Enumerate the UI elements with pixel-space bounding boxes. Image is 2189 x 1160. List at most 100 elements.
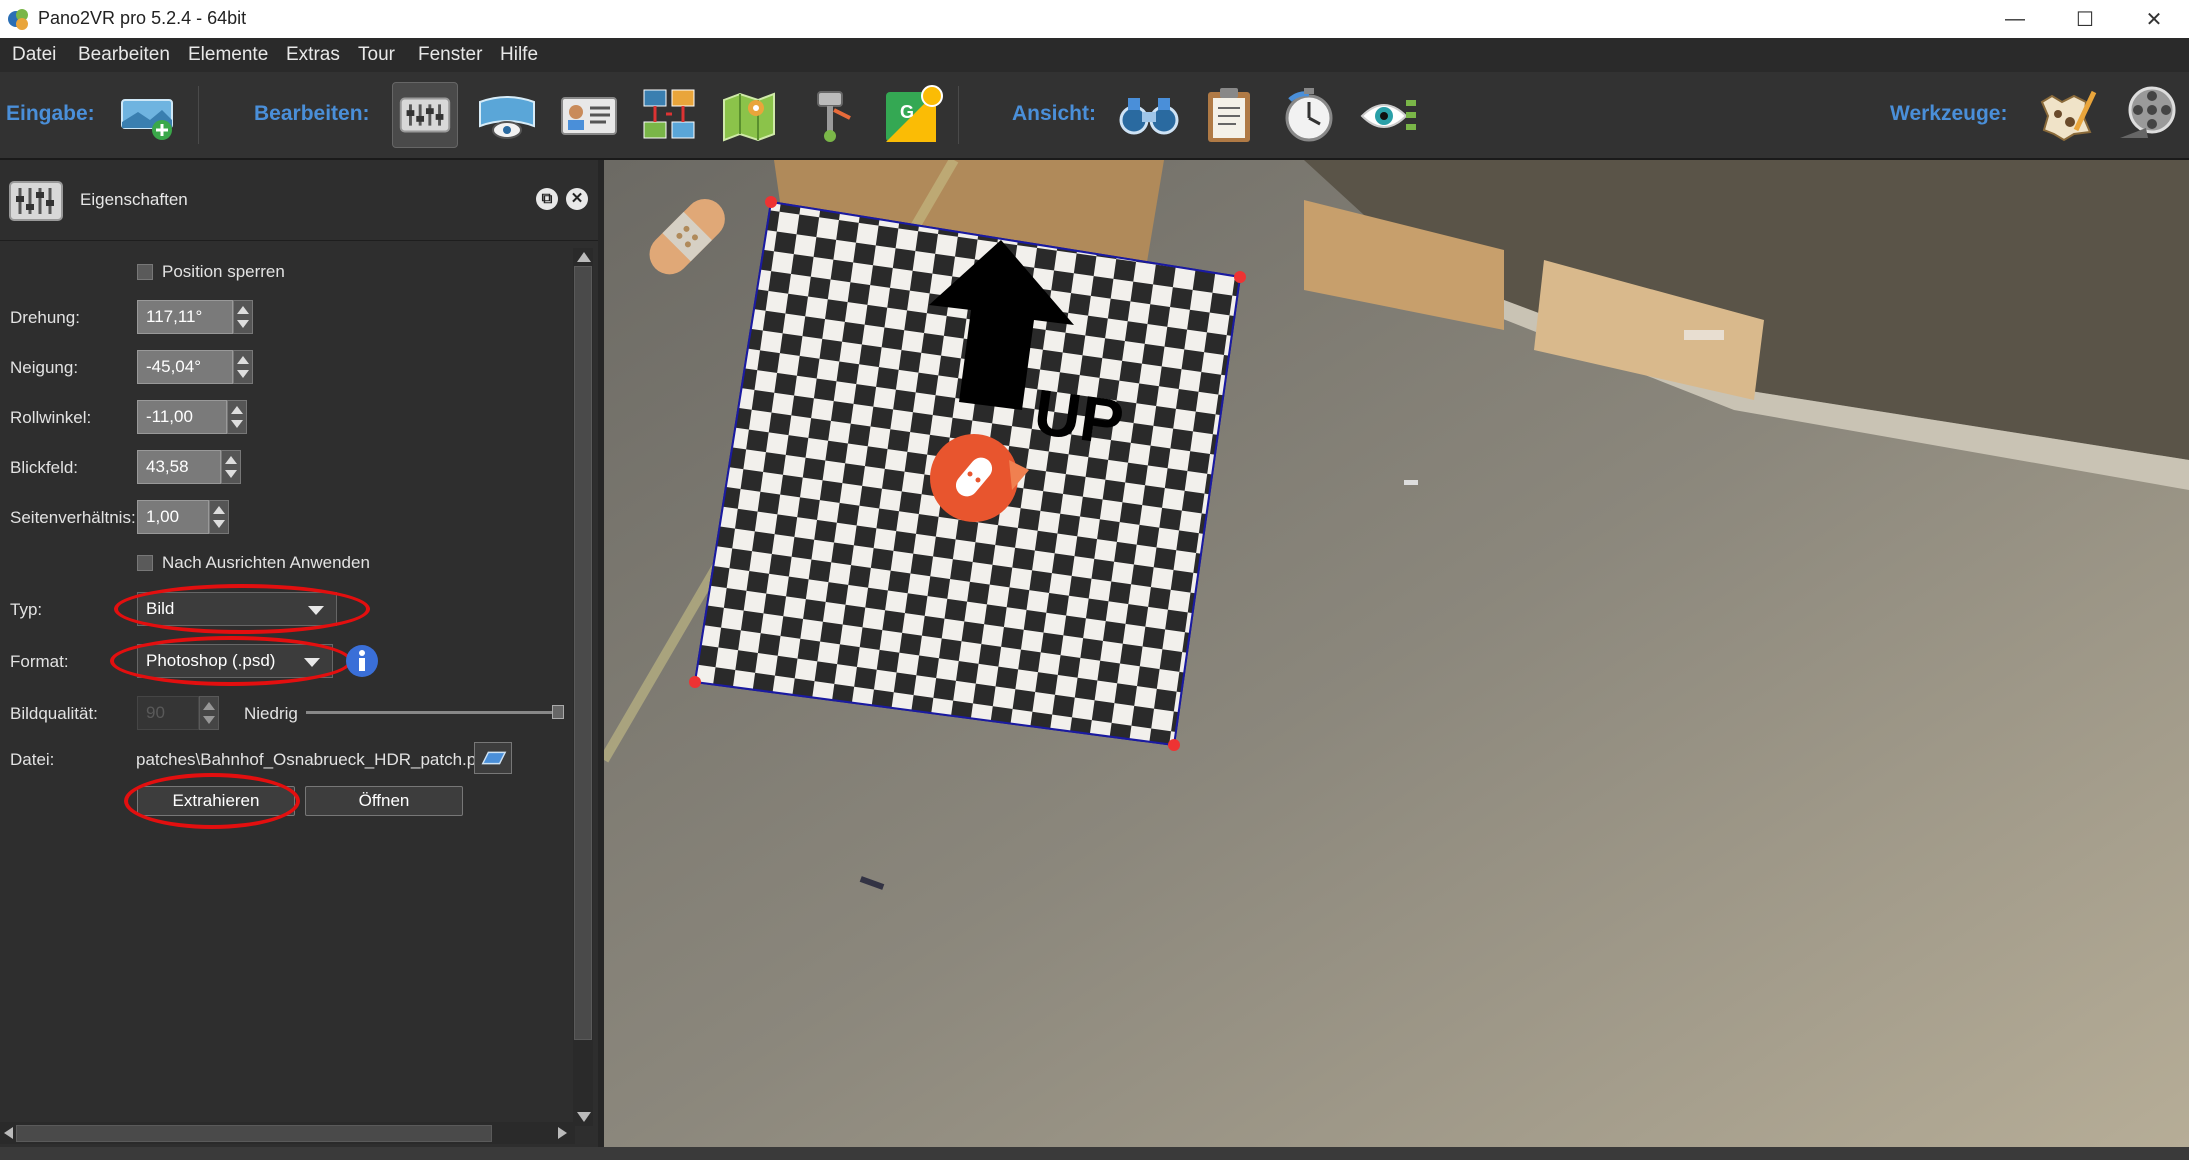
quality-input[interactable]: 90 xyxy=(137,696,199,730)
eye-settings-icon[interactable] xyxy=(1356,82,1422,148)
status-bar xyxy=(0,1147,2189,1160)
edit-section-label: Bearbeiten: xyxy=(254,102,370,125)
binoculars-icon[interactable] xyxy=(1116,82,1182,148)
file-path: patches\Bahnhof_Osnabrueck_HDR_patch.psd xyxy=(136,750,495,769)
apply-after-align-label: Nach Ausrichten Anwenden xyxy=(162,553,370,572)
fov-input[interactable]: 43,58 xyxy=(137,450,221,484)
aspect-label: Seitenverhältnis: xyxy=(10,508,136,527)
user-data-icon[interactable] xyxy=(556,82,622,148)
quality-stepper[interactable]: 90 xyxy=(137,696,219,730)
svg-text:G: G xyxy=(900,102,914,122)
horizontal-scrollbar[interactable] xyxy=(0,1122,575,1144)
fov-stepper[interactable]: 43,58 xyxy=(137,450,241,484)
aspect-input[interactable]: 1,00 xyxy=(137,500,209,534)
menu-datei[interactable]: Datei xyxy=(12,44,56,66)
menu-tour[interactable]: Tour xyxy=(358,44,395,66)
format-select-value: Photoshop (.psd) xyxy=(146,651,276,670)
roll-stepper[interactable]: -11,00 xyxy=(137,400,247,434)
vertical-scrollbar[interactable] xyxy=(573,248,593,1126)
format-label: Format: xyxy=(10,652,69,671)
chevron-down-icon xyxy=(304,658,320,667)
folder-icon xyxy=(481,751,507,765)
menu-hilfe[interactable]: Hilfe xyxy=(500,44,538,66)
open-button[interactable]: Öffnen xyxy=(305,786,463,816)
title-bar: Pano2VR pro 5.2.4 - 64bit — ☐ ✕ xyxy=(0,0,2189,38)
type-select[interactable]: Bild xyxy=(137,592,337,626)
menu-fenster[interactable]: Fenster xyxy=(418,44,482,66)
roll-spin-arrows[interactable] xyxy=(227,400,247,434)
extract-button[interactable]: Extrahieren xyxy=(137,786,295,816)
properties-panel: Eigenschaften ⧉ ✕ Position sperren Drehu… xyxy=(0,160,598,1160)
tilt-stepper[interactable]: -45,04° xyxy=(137,350,253,384)
minimize-icon[interactable]: — xyxy=(1980,0,2050,38)
quality-label: Bildqualität: xyxy=(10,704,98,723)
toolbar-separator xyxy=(958,86,959,144)
main-toolbar: Eingabe: Bearbeiten: G Ansicht: Werkzeug… xyxy=(0,72,2189,160)
viewing-parameters-icon[interactable] xyxy=(474,82,540,148)
rotation-label: Drehung: xyxy=(10,308,80,327)
menu-elemente[interactable]: Elemente xyxy=(188,44,268,66)
quality-slider-label: Niedrig xyxy=(244,704,298,723)
info-icon[interactable] xyxy=(344,643,380,679)
map-icon[interactable] xyxy=(716,82,782,148)
animation-timer-icon[interactable] xyxy=(1276,82,1342,148)
patch-corner-handle[interactable] xyxy=(765,196,777,208)
rotation-input[interactable]: 117,11° xyxy=(137,300,233,334)
pano2vr-app-icon xyxy=(8,9,28,30)
tilt-spin-arrows[interactable] xyxy=(233,350,253,384)
add-panorama-icon[interactable] xyxy=(116,82,182,148)
menu-extras[interactable]: Extras xyxy=(286,44,340,66)
patch-corner-handle[interactable] xyxy=(689,676,701,688)
format-select[interactable]: Photoshop (.psd) xyxy=(137,644,333,678)
rotation-spin-arrows[interactable] xyxy=(233,300,253,334)
scroll-left-icon[interactable] xyxy=(4,1127,13,1139)
quality-slider[interactable] xyxy=(306,705,564,719)
file-label: Datei: xyxy=(10,750,55,769)
position-lock-checkbox[interactable] xyxy=(137,264,153,280)
panorama-canvas[interactable]: UP xyxy=(604,160,2189,1147)
clipboard-icon[interactable] xyxy=(1196,82,1262,148)
input-section-label: Eingabe: xyxy=(6,102,95,125)
position-lock-label: Position sperren xyxy=(162,262,285,281)
scroll-right-icon[interactable] xyxy=(558,1127,567,1139)
toolbar-separator xyxy=(198,86,199,144)
apply-after-align-checkbox[interactable] xyxy=(137,555,153,571)
menu-bearbeiten[interactable]: Bearbeiten xyxy=(78,44,170,66)
video-tools-icon[interactable] xyxy=(2116,82,2182,148)
panorama-viewer[interactable]: UP xyxy=(604,160,2189,1147)
type-label: Typ: xyxy=(10,600,43,619)
patch-up-text: UP xyxy=(1030,375,1128,459)
properties-icon xyxy=(9,181,63,221)
quality-slider-handle[interactable] xyxy=(552,705,564,719)
patch-corner-handle[interactable] xyxy=(1234,271,1246,283)
window-title: Pano2VR pro 5.2.4 - 64bit xyxy=(38,8,247,28)
panel-header: Eigenschaften ⧉ ✕ xyxy=(0,160,598,241)
chevron-down-icon xyxy=(308,606,324,615)
maximize-icon[interactable]: ☐ xyxy=(2050,0,2120,38)
close-icon[interactable]: ✕ xyxy=(2119,0,2189,38)
skin-editor-icon[interactable] xyxy=(2034,82,2100,148)
panel-title: Eigenschaften xyxy=(80,190,188,209)
rotation-stepper[interactable]: 117,11° xyxy=(137,300,253,334)
browse-file-button[interactable] xyxy=(474,742,512,774)
fov-spin-arrows[interactable] xyxy=(221,450,241,484)
scrollbar-thumb[interactable] xyxy=(16,1125,492,1142)
patch-corner-handle[interactable] xyxy=(1168,739,1180,751)
scroll-up-icon[interactable] xyxy=(577,252,591,262)
patches-icon[interactable] xyxy=(798,82,864,148)
aspect-spin-arrows[interactable] xyxy=(209,500,229,534)
google-street-view-icon[interactable]: G xyxy=(880,82,946,148)
view-section-label: Ansicht: xyxy=(1012,102,1096,125)
scrollbar-thumb[interactable] xyxy=(574,266,592,1040)
tour-browser-icon[interactable] xyxy=(636,82,702,148)
float-panel-icon[interactable]: ⧉ xyxy=(536,188,558,210)
tools-section-label: Werkzeuge: xyxy=(1890,102,2008,125)
scroll-down-icon[interactable] xyxy=(577,1112,591,1122)
quality-spin-arrows[interactable] xyxy=(199,696,219,730)
roll-input[interactable]: -11,00 xyxy=(137,400,227,434)
close-panel-icon[interactable]: ✕ xyxy=(566,188,588,210)
properties-icon[interactable] xyxy=(392,82,458,148)
tilt-input[interactable]: -45,04° xyxy=(137,350,233,384)
aspect-stepper[interactable]: 1,00 xyxy=(137,500,229,534)
type-select-value: Bild xyxy=(146,599,175,618)
